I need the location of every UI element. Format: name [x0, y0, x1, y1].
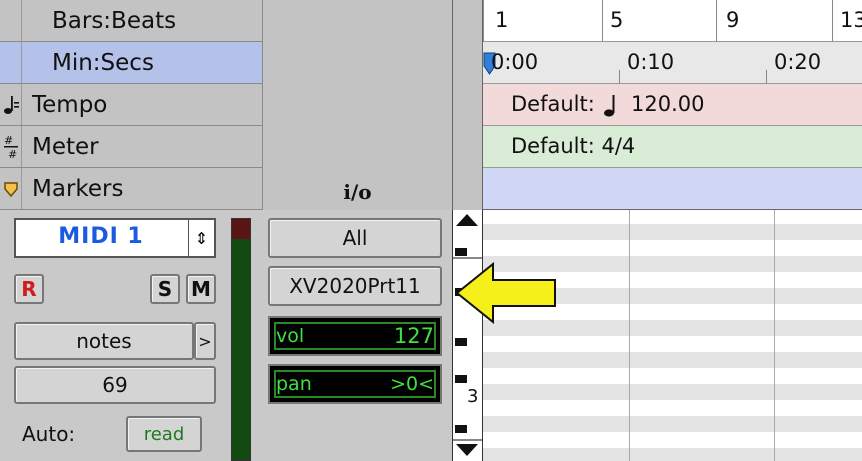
ruler-tempo-label: Tempo [32, 91, 108, 118]
track-number-field[interactable]: 69 [14, 366, 216, 404]
time-label: 0:20 [774, 50, 822, 74]
volume-frame [274, 322, 436, 350]
column-separator [452, 0, 483, 210]
ruler-meter[interactable]: # # Meter [0, 126, 262, 168]
midi-input-selector[interactable]: All [268, 218, 442, 258]
grid-stripe [483, 224, 862, 240]
vertical-scrollbar[interactable]: 3 [452, 210, 483, 461]
svg-text:#: # [8, 148, 17, 160]
bar-line [602, 0, 603, 42]
ruler-min-secs[interactable]: Min:Secs [0, 42, 262, 84]
midi-output-selector[interactable]: XV2020Prt11 [268, 266, 442, 306]
time-label: 0:10 [627, 50, 675, 74]
bar-line [483, 0, 484, 42]
automation-mode-button[interactable]: read [126, 416, 202, 452]
bar-line [832, 0, 833, 42]
ruler-min-secs-label: Min:Secs [52, 49, 154, 76]
ruler-bars-beats-label: Bars:Beats [52, 7, 177, 34]
meter-default-label: Default: 4/4 [511, 134, 636, 158]
ruler-icon-spacer [0, 0, 22, 41]
track-level-meter [231, 218, 251, 461]
grid-line [629, 210, 630, 461]
octave-marker: 3 [467, 386, 479, 407]
tempo-icon [0, 84, 22, 125]
bar-label: 1 [495, 8, 509, 32]
pan-control[interactable]: pan >0< [268, 364, 442, 404]
track-name-field[interactable]: MIDI 1 ⇕ [14, 218, 216, 258]
grid-stripe [483, 352, 862, 368]
tempo-value: 120.00 [631, 92, 705, 116]
quarter-note-icon [604, 95, 615, 117]
ruler-markers[interactable]: Markers [0, 168, 262, 210]
markers-ruler[interactable] [483, 168, 862, 210]
tempo-ruler[interactable]: Default: 120.00 [483, 84, 862, 126]
midi-track-controls: MIDI 1 ⇕ R S M notes > 69 Auto: read All… [0, 210, 483, 461]
time-tick [619, 70, 620, 84]
meter-icon: # # [0, 126, 22, 167]
time-tick [766, 70, 767, 84]
bar-label: 13 [840, 8, 862, 32]
io-header-label: i/o [343, 180, 372, 204]
track-view-label: notes [76, 329, 132, 353]
io-column-header: i/o [262, 0, 452, 210]
grid-stripe [483, 448, 862, 461]
track-name: MIDI 1 [58, 224, 144, 249]
edit-window-grid[interactable] [483, 210, 862, 461]
track-view-popup-button[interactable]: > [194, 322, 216, 360]
svg-text:#: # [4, 134, 13, 147]
bar-label: 5 [610, 8, 624, 32]
scroll-down-arrow-icon [456, 444, 478, 456]
track-name-spinner-icon[interactable]: ⇕ [188, 220, 214, 256]
scroll-strip [453, 214, 482, 456]
record-enable-button[interactable]: R [14, 274, 44, 304]
mute-button[interactable]: M [186, 274, 216, 304]
ruler-meter-label: Meter [32, 133, 99, 160]
track-view-selector[interactable]: notes [14, 322, 194, 360]
bar-label: 9 [726, 8, 740, 32]
ruler-icon-spacer [0, 42, 22, 83]
yellow-pointer-arrow-icon [455, 262, 556, 324]
automation-label: Auto: [22, 422, 76, 446]
tempo-default-label: Default: [511, 92, 595, 116]
meter-ruler[interactable]: Default: 4/4 [483, 126, 862, 168]
ruler-bars-beats[interactable]: Bars:Beats [0, 0, 262, 42]
solo-button[interactable]: S [150, 274, 180, 304]
grid-stripe [483, 416, 862, 432]
grid-stripe [483, 384, 862, 400]
grid-line [774, 210, 775, 461]
volume-control[interactable]: vol 127 [268, 316, 442, 356]
pan-frame [274, 370, 436, 398]
ruler-tempo[interactable]: Tempo [0, 84, 262, 126]
marker-icon [0, 168, 22, 209]
clip-indicator[interactable] [232, 219, 250, 239]
min-secs-ruler[interactable]: 0:00 0:10 0:20 [483, 42, 862, 84]
bar-line [716, 0, 717, 42]
ruler-markers-label: Markers [32, 175, 124, 202]
bars-beats-ruler[interactable]: 1 5 9 13 [483, 0, 862, 42]
scroll-up-arrow-icon [456, 214, 478, 226]
time-label: 0:00 [491, 50, 539, 74]
